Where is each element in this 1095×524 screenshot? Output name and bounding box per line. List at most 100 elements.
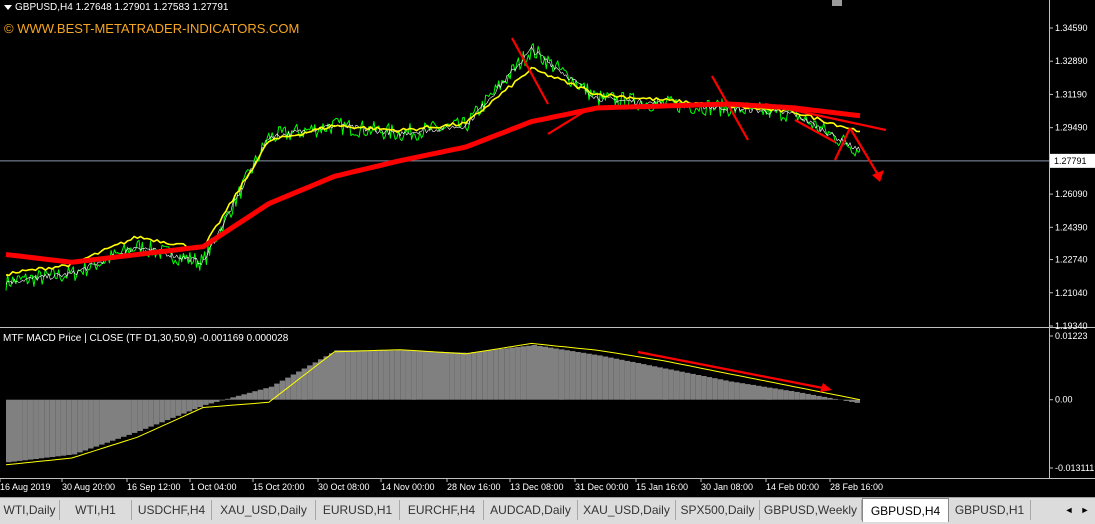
time-tick-label: 16 Sep 12:00 (127, 482, 181, 492)
histogram-bar (690, 373, 696, 400)
histogram-bar (772, 388, 778, 400)
histogram-bar (268, 386, 275, 400)
histogram-bar (345, 350, 351, 400)
indicator-label: MTF MACD Price | CLOSE (TF D1,30,50,9) -… (3, 333, 289, 344)
histogram-bar (142, 399, 149, 429)
histogram-bar (60, 399, 67, 456)
dropdown-triangle-icon[interactable] (4, 4, 12, 10)
chart-tab[interactable]: GBPUSD,H1 (949, 500, 1031, 520)
histogram-bar (121, 399, 127, 437)
histogram-bar (482, 350, 488, 400)
chart-tab[interactable]: GBPUSD,H4 (862, 498, 949, 522)
chart-tab[interactable]: WTI,H1 (60, 500, 132, 520)
histogram-bar (810, 394, 817, 400)
histogram-bar (723, 380, 729, 400)
chart-tab-bar: WTI,Daily WTI,H1 USDCHF,H4 XAU_USD,Daily EUR… (0, 497, 1095, 524)
histogram-bar (465, 352, 472, 400)
histogram-bar (575, 352, 581, 400)
histogram-bar (728, 381, 735, 400)
histogram-bar (619, 359, 625, 400)
histogram-bar (531, 345, 537, 400)
histogram-bar (49, 399, 56, 457)
histogram-bar (761, 386, 767, 400)
histogram-bar (137, 399, 143, 431)
time-tick-label: 31 Dec 00:00 (575, 482, 629, 492)
price-tick-label: 1.32890 (1055, 56, 1088, 66)
histogram-bar (849, 399, 855, 402)
chart-tab[interactable]: EURCHF,H4 (400, 500, 484, 520)
histogram-bar (44, 399, 50, 458)
histogram-bar (296, 371, 302, 400)
time-tick-label: 16 Aug 2019 (0, 482, 51, 492)
chart-background (0, 0, 1095, 497)
histogram-bar (745, 384, 751, 400)
histogram-bar (553, 348, 559, 400)
time-tick-label: 15 Jan 16:00 (636, 482, 688, 492)
time-tick-label: 30 Oct 08:00 (318, 482, 370, 492)
histogram-bar (766, 387, 773, 400)
histogram-bar (16, 399, 23, 461)
chart-tab[interactable]: WTI,Daily (0, 500, 60, 520)
histogram-bar (318, 359, 324, 400)
histogram-bar (591, 354, 598, 400)
histogram-bar (104, 399, 110, 443)
histogram-bar (77, 399, 83, 453)
histogram-bar (750, 384, 756, 400)
histogram-bar (186, 399, 193, 412)
histogram-bar (339, 350, 346, 400)
histogram-bar (241, 394, 247, 400)
chart-tab[interactable]: AUDCAD,Daily (484, 500, 578, 520)
histogram-bar (27, 399, 34, 460)
tab-scroll-left-icon[interactable]: ◄ (1063, 501, 1075, 519)
histogram-bar (641, 364, 647, 400)
chart-tab[interactable]: SPX500,Daily (676, 500, 760, 520)
histogram-bar (668, 369, 674, 400)
current-price-label: 1.27791 (1054, 156, 1087, 166)
chart-tab[interactable]: USDCHF,H4 (132, 500, 212, 520)
indicator-tick-label: 0.01223 (1055, 331, 1088, 341)
histogram-bar (230, 397, 236, 400)
histogram-bar (126, 399, 132, 435)
histogram-bar (148, 399, 154, 427)
histogram-bar (476, 351, 483, 400)
chart-tab[interactable]: XAU_USD,Daily (212, 500, 316, 520)
chart-tab[interactable]: EURUSD,H1 (316, 500, 400, 520)
histogram-bar (427, 351, 433, 400)
scroll-marker-icon (832, 0, 842, 6)
histogram-bar (175, 399, 182, 416)
histogram-bar (263, 388, 269, 400)
histogram-bar (246, 392, 253, 400)
histogram-bar (350, 350, 357, 400)
histogram-bar (602, 356, 609, 400)
histogram-bar (662, 368, 669, 400)
indicator-tick-label: 0.00 (1055, 395, 1073, 405)
time-tick-label: 14 Feb 00:00 (766, 482, 819, 492)
histogram-bar (783, 390, 789, 400)
histogram-bar (71, 399, 78, 455)
histogram-bar (329, 353, 335, 400)
chart-area[interactable]: 1.34590 1.32890 1.31190 1.29490 1.26090 1.243… (0, 0, 1095, 497)
histogram-bar (657, 367, 663, 400)
histogram-bar (170, 399, 176, 418)
chart-tab[interactable]: GBPUSD,Weekly (760, 500, 862, 520)
histogram-bar (208, 399, 215, 404)
histogram-bar (799, 392, 806, 400)
histogram-bar (257, 389, 264, 400)
histogram-bar (734, 382, 740, 400)
histogram-bar (88, 399, 94, 449)
histogram-bar (586, 353, 592, 400)
histogram-bar (794, 391, 800, 400)
histogram-bar (115, 399, 121, 439)
histogram-bar (38, 399, 45, 459)
chart-tab[interactable]: XAU_USD,Daily (578, 500, 676, 520)
histogram-bar (597, 355, 603, 400)
price-tick-label: 1.34590 (1055, 23, 1088, 33)
price-tick-label: 1.24390 (1055, 222, 1088, 232)
histogram-bar (367, 350, 373, 400)
histogram-bar (498, 348, 505, 400)
histogram-bar (843, 399, 850, 401)
histogram-bar (411, 350, 417, 400)
histogram-bar (394, 350, 401, 400)
tab-scroll-right-icon[interactable]: ► (1079, 501, 1091, 519)
histogram-bar (504, 348, 510, 400)
